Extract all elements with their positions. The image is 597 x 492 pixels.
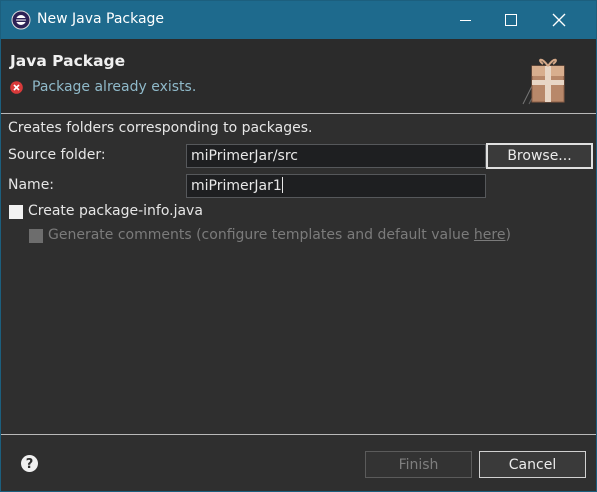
name-value: miPrimerJar1 <box>191 178 282 194</box>
header-separator <box>1 113 596 114</box>
source-folder-label: Source folder: <box>8 147 106 163</box>
help-icon[interactable]: ? <box>20 454 39 473</box>
finish-button[interactable]: Finish <box>365 451 472 478</box>
configure-templates-link[interactable]: here <box>474 227 506 243</box>
create-package-info-label[interactable]: Create package-info.java <box>28 203 203 219</box>
minimize-icon <box>459 19 471 21</box>
browse-button[interactable]: Browse... <box>486 143 593 169</box>
window-title: New Java Package <box>37 11 165 27</box>
svg-text:?: ? <box>26 457 34 472</box>
name-input[interactable]: miPrimerJar1 <box>186 174 486 198</box>
generate-comments-suffix: ) <box>505 227 511 243</box>
generate-comments-checkbox[interactable] <box>29 229 43 243</box>
footer-separator <box>1 434 596 435</box>
source-folder-input[interactable]: miPrimerJar/src <box>186 144 486 168</box>
cancel-label: Cancel <box>508 456 557 473</box>
package-wizard-icon <box>522 58 565 105</box>
dialog-window: New Java Package Java Package Package al… <box>0 0 597 492</box>
close-icon <box>552 13 566 27</box>
text-caret <box>281 177 283 193</box>
generate-comments-prefix: Generate comments (configure templates a… <box>48 227 474 243</box>
source-folder-value: miPrimerJar/src <box>191 148 298 164</box>
maximize-icon <box>505 14 517 26</box>
eclipse-app-icon <box>11 10 31 30</box>
page-description: Creates folders corresponding to package… <box>8 120 313 136</box>
close-button[interactable] <box>536 1 582 39</box>
error-icon <box>10 81 23 94</box>
create-package-info-checkbox[interactable] <box>9 205 23 219</box>
wizard-header: Java Package Package already exists. <box>1 39 596 113</box>
browse-label: Browse... <box>507 148 572 164</box>
cancel-button[interactable]: Cancel <box>479 451 586 478</box>
finish-label: Finish <box>398 456 439 473</box>
title-bar[interactable]: New Java Package <box>1 1 596 39</box>
name-label: Name: <box>8 177 55 193</box>
page-title: Java Package <box>10 52 126 70</box>
generate-comments-label: Generate comments (configure templates a… <box>48 227 511 243</box>
minimize-button[interactable] <box>442 1 488 39</box>
status-message: Package already exists. <box>32 79 197 95</box>
maximize-button[interactable] <box>488 1 534 39</box>
